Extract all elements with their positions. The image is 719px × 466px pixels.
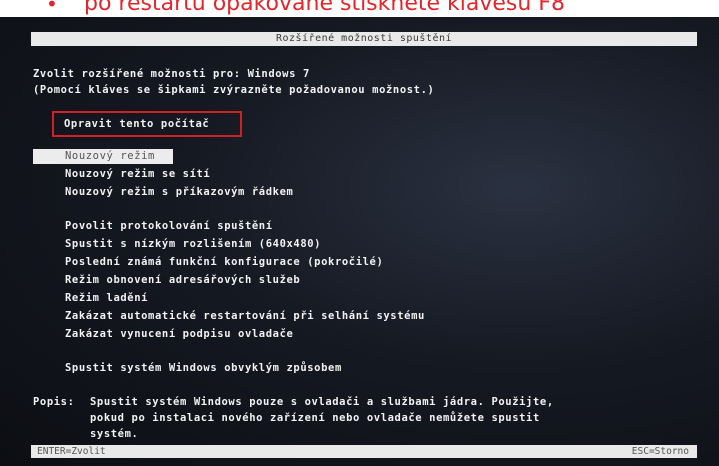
boot-menu-title: Rozšířené možnosti spuštění: [31, 32, 697, 46]
safe-mode-command-prompt-option[interactable]: Nouzový režim s příkazovým řádkem: [65, 185, 293, 199]
description-line-3: systém.: [90, 428, 139, 440]
description-line-2: pokud po instalaci nového zařízení nebo …: [90, 412, 540, 424]
enter-select-hint: ENTER=Zvolit: [37, 446, 106, 457]
safe-mode-networking-option[interactable]: Nouzový režim se sítí: [65, 167, 210, 181]
last-known-good-option[interactable]: Poslední známá funkční konfigurace (pokr…: [65, 255, 383, 269]
boot-logging-option[interactable]: Povolit protokolování spuštění: [65, 219, 273, 233]
bullet-glyph: •: [46, 0, 58, 16]
description-label: Popis:: [33, 396, 75, 408]
boot-menu-footer: ENTER=Zvolit ESC=Storno: [31, 445, 697, 458]
esc-cancel-hint: ESC=Storno: [631, 446, 689, 457]
start-windows-normally-option[interactable]: Spustit systém Windows obvyklým způsobem: [65, 361, 342, 375]
caption-text: po restartu opakovaně stiskněte klávesu …: [84, 0, 565, 16]
disable-driver-signature-option[interactable]: Zakázat vynucení podpisu ovladače: [65, 327, 293, 341]
directory-services-restore-option[interactable]: Režim obnovení adresářových služeb: [65, 273, 300, 287]
disable-auto-restart-option[interactable]: Zakázat automatické restartování při sel…: [65, 309, 425, 323]
intro-line-1: Zvolit rozšířené možnosti pro: Windows 7: [33, 68, 310, 80]
repair-computer-option[interactable]: Opravit tento počítač: [64, 117, 209, 131]
intro-line-2: (Pomocí kláves se šipkami zvýrazněte pož…: [33, 84, 435, 96]
boot-menu-screen: Rozšířené možnosti spuštění Zvolit rozší…: [0, 17, 719, 466]
safe-mode-option-selected[interactable]: Nouzový režim: [33, 149, 173, 164]
low-resolution-option[interactable]: Spustit s nízkým rozlišením (640x480): [65, 237, 321, 251]
debugging-mode-option[interactable]: Režim ladění: [65, 291, 148, 305]
description-line-1: Spustit systém Windows pouze s ovladači …: [90, 396, 554, 408]
